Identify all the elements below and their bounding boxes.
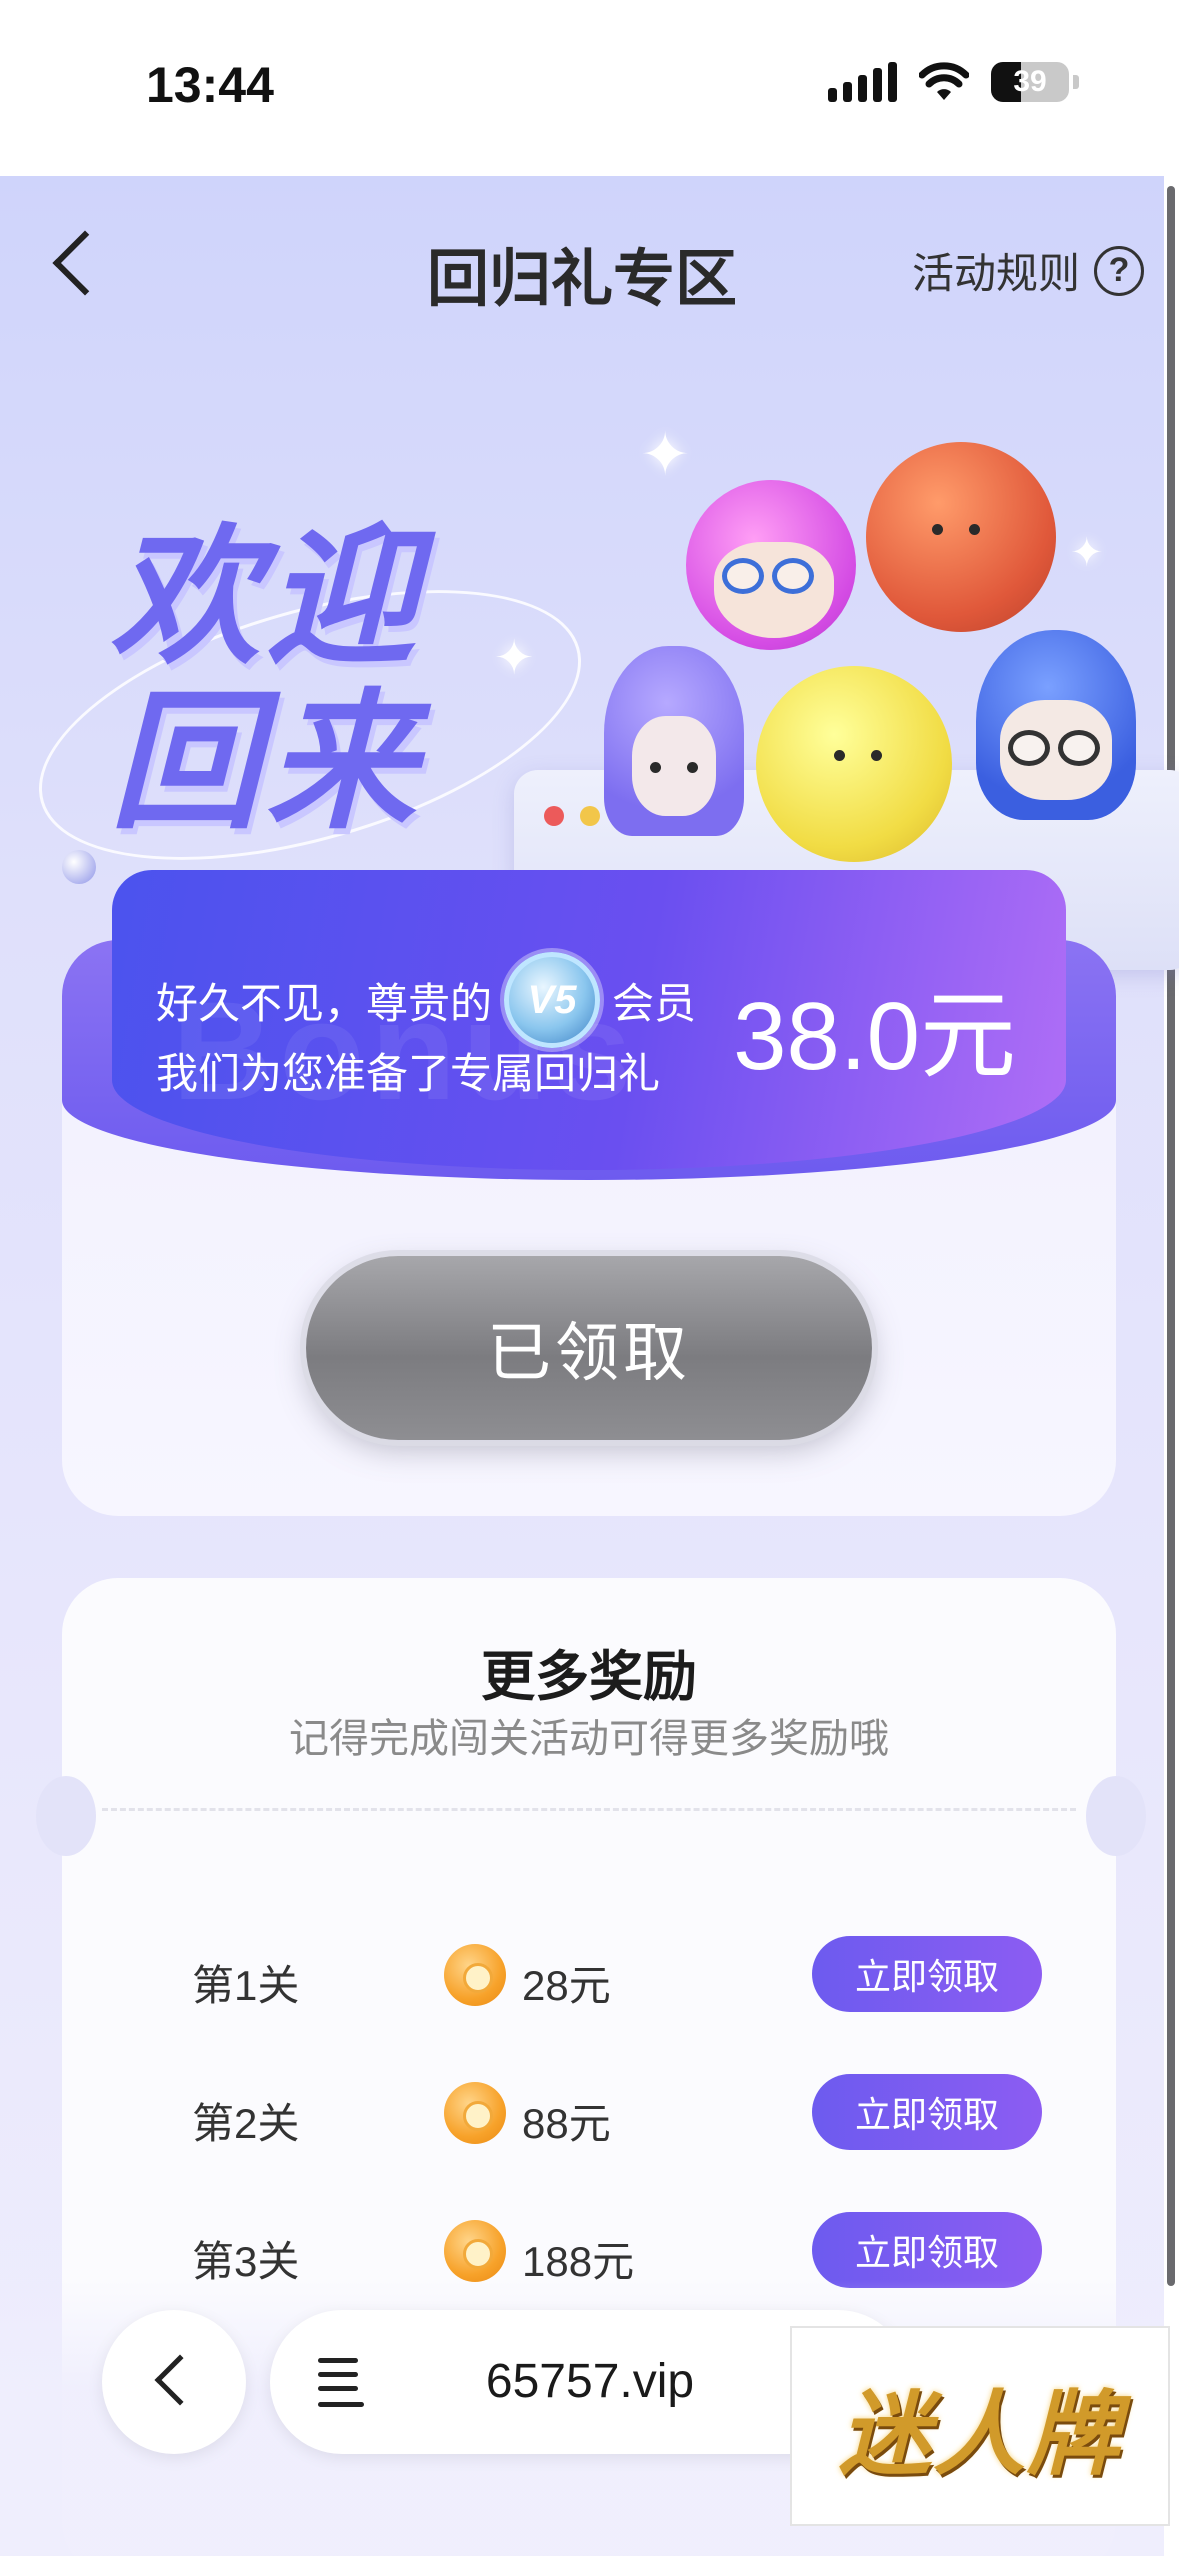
blue-cap-character bbox=[976, 630, 1136, 820]
pink-hair-character bbox=[686, 480, 856, 650]
hero-illustration: 欢迎 回来 ✦ ✦ ✦ bbox=[0, 380, 1179, 970]
claimed-button[interactable]: 已领取 bbox=[306, 1256, 872, 1440]
yellow-ball-character bbox=[756, 666, 952, 862]
nav-bar: 回归礼专区 活动规则 ? bbox=[0, 176, 1164, 356]
orange-ball-character bbox=[866, 442, 1056, 632]
coin-icon bbox=[444, 1944, 506, 2006]
status-bar: 13:44 39 bbox=[0, 0, 1179, 176]
status-time: 13:44 bbox=[146, 57, 274, 113]
greeting-line: 好久不见，尊贵的 V5 会员 bbox=[156, 952, 696, 1048]
level-reward-amount: 88元 bbox=[522, 2100, 611, 2147]
scrollbar[interactable] bbox=[1167, 186, 1175, 2286]
help-icon: ? bbox=[1094, 245, 1144, 296]
gift-amount: 38.0元 bbox=[733, 983, 1016, 1090]
coin-icon bbox=[444, 2220, 506, 2282]
claim-now-button[interactable]: 立即领取 bbox=[812, 2074, 1042, 2150]
sparkle-icon: ✦ bbox=[494, 632, 535, 685]
activity-rules-label: 活动规则 bbox=[911, 250, 1080, 297]
return-gift-banner: Bonus 好久不见，尊贵的 V5 会员 我们为您准备了专属回归礼 38.0元 bbox=[112, 870, 1066, 1170]
greeting-suffix: 会员 bbox=[612, 979, 697, 1027]
coin-icon bbox=[444, 2082, 506, 2144]
level-name: 第2关 bbox=[192, 2100, 300, 2147]
activity-rules-link[interactable]: 活动规则 ? bbox=[912, 240, 1144, 301]
purple-hair-character bbox=[604, 646, 744, 836]
dashed-divider bbox=[102, 1808, 1076, 1811]
battery-level: 39 bbox=[1013, 65, 1047, 98]
browser-back-button[interactable] bbox=[102, 2310, 246, 2454]
vip-level-badge: V5 bbox=[504, 952, 601, 1048]
sparkle-icon: ✦ bbox=[640, 421, 691, 488]
level-row: 第1关 28元 立即领取 bbox=[62, 1936, 1116, 2016]
sparkle-icon: ✦ bbox=[1070, 531, 1104, 575]
orbit-ball bbox=[62, 850, 96, 884]
watermark-logo-box: 迷人牌 bbox=[790, 2326, 1170, 2526]
greeting-prefix: 好久不见，尊贵的 bbox=[156, 979, 493, 1027]
more-rewards-subtitle: 记得完成闯关活动可得更多奖励哦 bbox=[289, 1717, 889, 1761]
welcome-line-1: 欢迎 bbox=[110, 513, 423, 681]
status-icons: 39 bbox=[828, 62, 1079, 102]
battery-icon: 39 bbox=[991, 62, 1069, 102]
claim-now-button[interactable]: 立即领取 bbox=[812, 2212, 1042, 2288]
welcome-back-graphic: 欢迎 回来 bbox=[110, 515, 470, 845]
level-name: 第1关 bbox=[192, 1962, 300, 2009]
gift-subtitle: 我们为您准备了专属回归礼 bbox=[156, 1050, 661, 1097]
claim-now-button[interactable]: 立即领取 bbox=[812, 1936, 1042, 2012]
watermark-logo: 迷人牌 bbox=[838, 2383, 1121, 2486]
ticket-notch-right bbox=[1086, 1776, 1146, 1856]
welcome-line-2: 回来 bbox=[110, 678, 423, 846]
cellular-signal-icon bbox=[828, 62, 897, 102]
battery-tip bbox=[1073, 75, 1079, 89]
more-rewards-title: 更多奖励 bbox=[481, 1647, 697, 1707]
wifi-icon bbox=[919, 62, 969, 100]
ticket-notch-left bbox=[36, 1776, 96, 1856]
chevron-left-icon bbox=[154, 2354, 206, 2406]
level-reward-amount: 28元 bbox=[522, 1962, 611, 2009]
level-row: 第2关 88元 立即领取 bbox=[62, 2074, 1116, 2154]
